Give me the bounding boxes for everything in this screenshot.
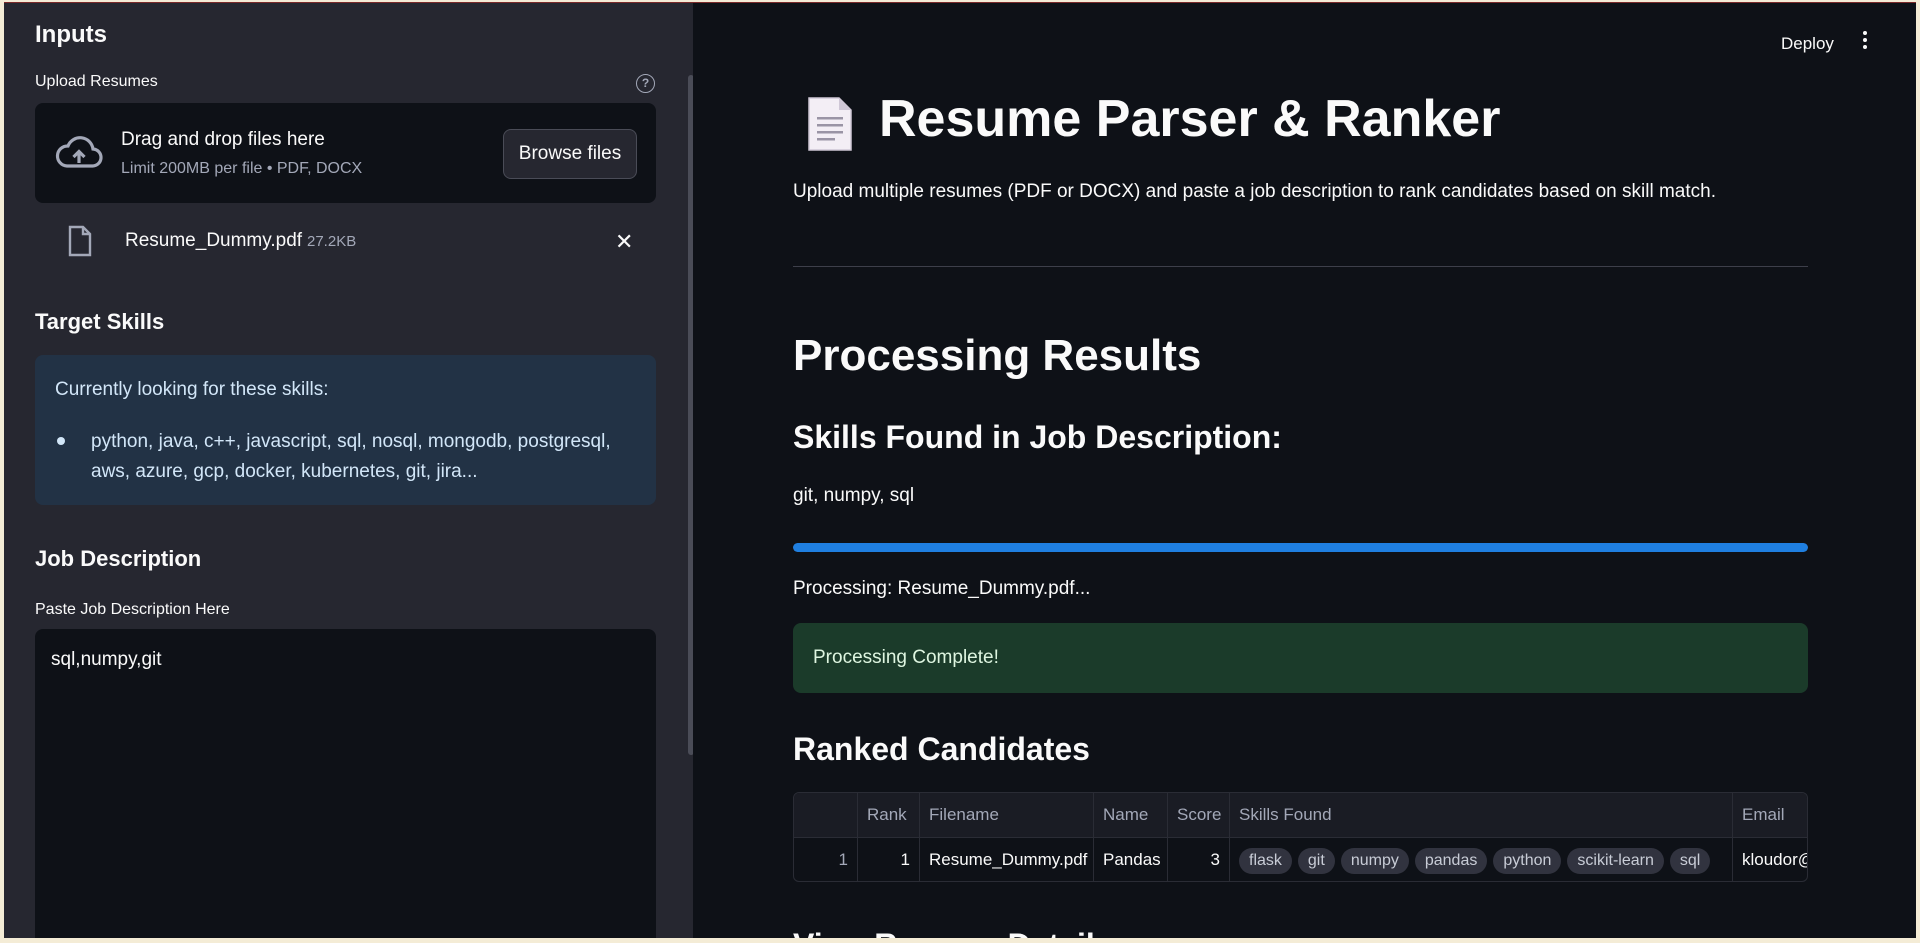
- target-skills-intro: Currently looking for these skills:: [55, 379, 329, 400]
- sidebar-title: Inputs: [35, 21, 107, 48]
- row-index: 1: [794, 838, 858, 881]
- uploaded-file-name: Resume_Dummy.pdf: [125, 230, 303, 251]
- cell-filename[interactable]: Resume_Dummy.pdf: [920, 838, 1094, 881]
- upload-label: Upload Resumes: [35, 73, 158, 90]
- cell-rank[interactable]: 1: [858, 838, 920, 881]
- deploy-button[interactable]: Deploy: [1781, 34, 1834, 54]
- column-header-filename[interactable]: Filename: [920, 793, 1094, 838]
- target-skills-heading: Target Skills: [35, 309, 165, 334]
- table-header: Rank Filename Name Score Skills Found Em…: [794, 793, 1807, 838]
- processing-status: Processing: Resume_Dummy.pdf...: [793, 578, 1091, 599]
- remove-file-icon[interactable]: ✕: [615, 229, 633, 255]
- cell-score[interactable]: 3: [1168, 838, 1230, 881]
- candidates-table[interactable]: Rank Filename Name Score Skills Found Em…: [793, 792, 1808, 882]
- table-row[interactable]: 1 1 Resume_Dummy.pdf Pandas 3 flask git nu…: [794, 838, 1807, 881]
- dropzone-limit: Limit 200MB per file • PDF, DOCX: [121, 160, 363, 177]
- main-menu-icon[interactable]: [1861, 31, 1869, 53]
- column-header-rank[interactable]: Rank: [858, 793, 920, 838]
- browse-files-button[interactable]: Browse files: [503, 129, 637, 179]
- view-details-heading: View Resume Details: [793, 927, 1113, 938]
- success-text: Processing Complete!: [813, 647, 999, 668]
- job-description-textarea[interactable]: sql,numpy,git: [35, 629, 656, 938]
- help-icon[interactable]: ?: [636, 74, 655, 93]
- skill-pill: pandas: [1414, 847, 1488, 874]
- skills-found-heading: Skills Found in Job Description:: [793, 419, 1282, 455]
- cell-email[interactable]: kloudor@: [1733, 838, 1807, 881]
- column-header-score[interactable]: Score: [1168, 793, 1230, 838]
- progress-bar: [793, 543, 1808, 552]
- column-header-name[interactable]: Name: [1094, 793, 1168, 838]
- page-subtitle: Upload multiple resumes (PDF or DOCX) an…: [793, 181, 1716, 202]
- skill-pill: sql: [1669, 847, 1711, 874]
- skill-pill: flask: [1239, 847, 1292, 874]
- file-dropzone[interactable]: Drag and drop files here Limit 200MB per…: [35, 103, 656, 203]
- job-description-label: Paste Job Description Here: [35, 601, 230, 618]
- cell-name[interactable]: Pandas: [1094, 838, 1168, 881]
- ranked-candidates-heading: Ranked Candidates: [793, 731, 1090, 767]
- column-header-index[interactable]: [794, 793, 858, 838]
- app-window: Inputs Upload Resumes ? Drag and drop fi…: [4, 2, 1916, 938]
- page-title: Resume Parser & Ranker: [879, 90, 1501, 148]
- sidebar: Inputs Upload Resumes ? Drag and drop fi…: [4, 3, 693, 938]
- column-header-email[interactable]: Email: [1733, 793, 1807, 838]
- file-icon: [68, 225, 92, 257]
- uploaded-file-row: Resume_Dummy.pdf 27.2KB ✕: [35, 221, 656, 263]
- bullet-icon: [57, 437, 65, 445]
- sidebar-scrollbar[interactable]: [688, 75, 693, 755]
- skill-pill: git: [1297, 847, 1335, 874]
- skill-pill: numpy: [1340, 847, 1409, 874]
- skill-pill: scikit-learn: [1567, 847, 1664, 874]
- uploaded-file-size: 27.2KB: [307, 233, 357, 250]
- dropzone-title: Drag and drop files here: [121, 129, 325, 150]
- target-skills-info: Currently looking for these skills: pyth…: [35, 355, 656, 505]
- cell-skills[interactable]: flask git numpy pandas python scikit-learn sql: [1230, 838, 1733, 881]
- results-heading: Processing Results: [793, 331, 1202, 380]
- skills-found-text: git, numpy, sql: [793, 485, 915, 506]
- progress-fill: [793, 543, 1808, 552]
- job-description-heading: Job Description: [35, 546, 202, 571]
- page-facing-up-icon: [808, 97, 852, 151]
- skill-pill: python: [1493, 847, 1562, 874]
- column-header-skills[interactable]: Skills Found: [1230, 793, 1733, 838]
- cloud-upload-icon: [55, 136, 103, 168]
- success-alert: Processing Complete!: [793, 623, 1808, 693]
- divider: [793, 266, 1808, 267]
- target-skills-list: python, java, c++, javascript, sql, nosq…: [91, 431, 611, 482]
